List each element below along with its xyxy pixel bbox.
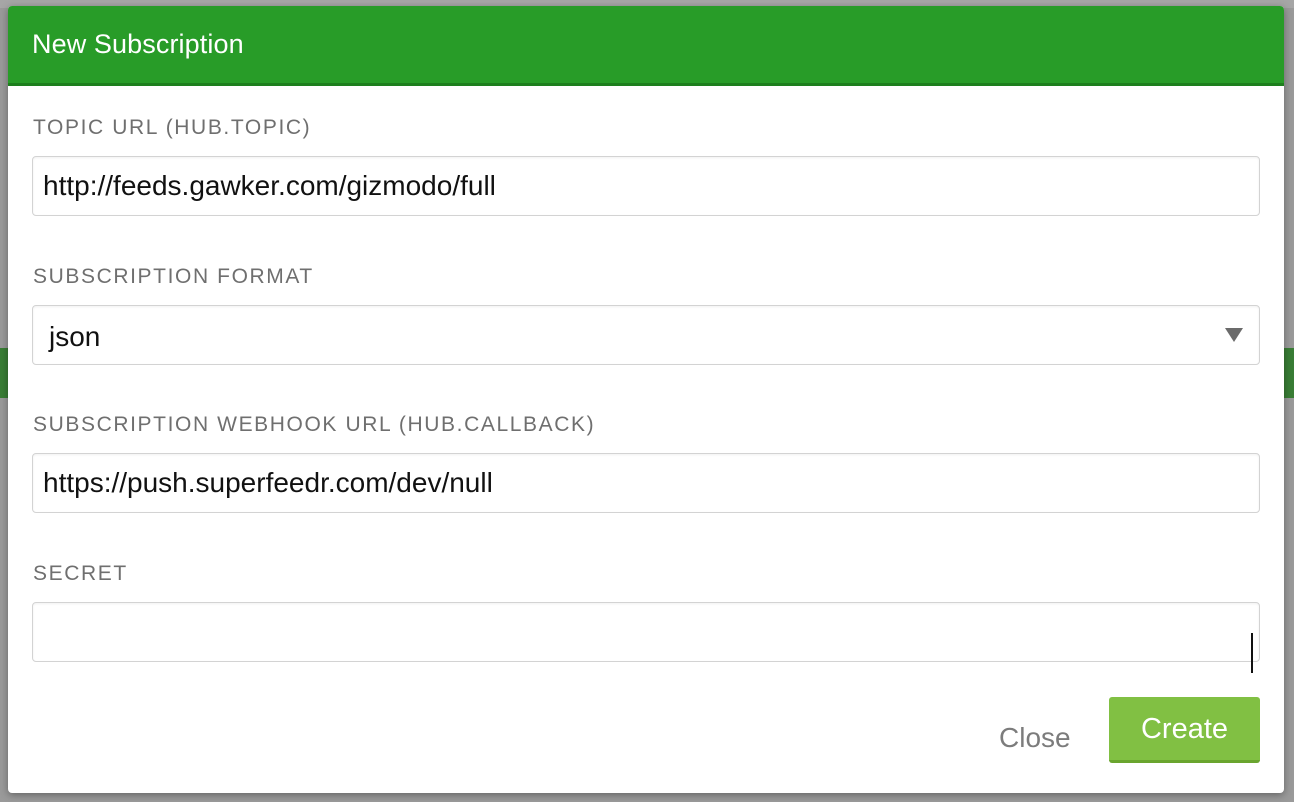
new-subscription-modal: New Subscription TOPIC URL (HUB.TOPIC) S… — [8, 6, 1284, 793]
subscription-format-value: json — [49, 321, 101, 352]
topic-url-input[interactable] — [33, 157, 1259, 215]
secret-label: SECRET — [33, 562, 128, 585]
subscription-format-select[interactable]: json — [32, 305, 1260, 365]
topic-url-field-wrapper — [32, 156, 1260, 216]
modal-header: New Subscription — [8, 6, 1284, 86]
topic-url-label: TOPIC URL (HUB.TOPIC) — [33, 116, 312, 139]
modal-title: New Subscription — [32, 29, 244, 59]
webhook-url-field-wrapper — [32, 453, 1260, 513]
close-button[interactable]: Close — [993, 712, 1077, 762]
secret-field-wrapper — [32, 602, 1260, 673]
caret-down-icon — [1225, 328, 1243, 342]
secret-input[interactable] — [33, 603, 1259, 661]
webhook-url-label: SUBSCRIPTION WEBHOOK URL (HUB.CALLBACK) — [33, 413, 596, 436]
create-button[interactable]: Create — [1109, 697, 1260, 763]
webhook-url-input[interactable] — [33, 454, 1259, 512]
text-cursor — [1251, 633, 1253, 673]
subscription-format-label: SUBSCRIPTION FORMAT — [33, 265, 314, 288]
